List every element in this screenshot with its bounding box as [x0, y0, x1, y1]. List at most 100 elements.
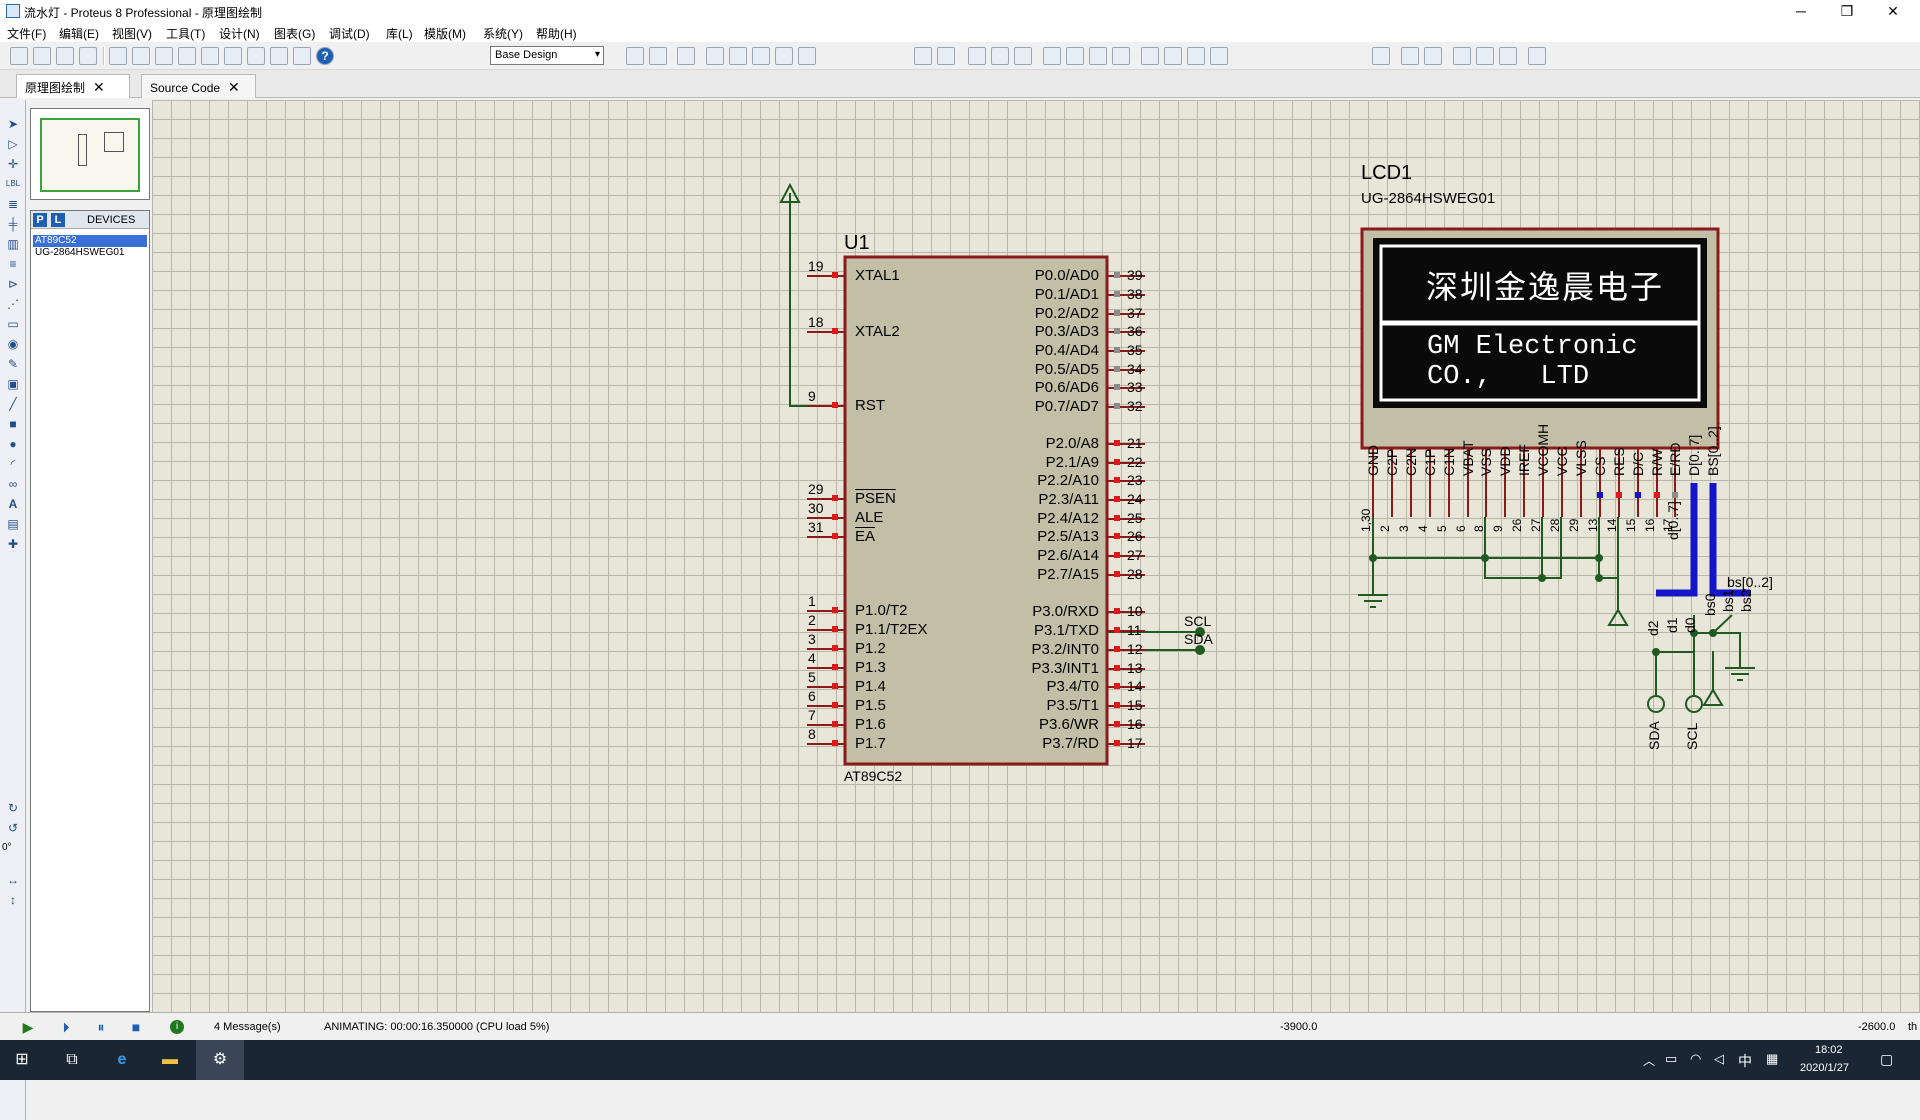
line-tool-icon[interactable]: ╱: [4, 396, 22, 412]
open-file-icon[interactable]: [33, 47, 51, 65]
bus-entry-bs0[interactable]: bs0: [1702, 593, 1718, 616]
pan-icon[interactable]: [706, 47, 724, 65]
bus-mode-icon[interactable]: ╪: [4, 216, 22, 232]
menu-view[interactable]: 视图(V): [112, 25, 152, 42]
pick-devices-button[interactable]: P: [33, 213, 47, 227]
rotation-angle[interactable]: 0°: [2, 842, 12, 853]
undo-icon[interactable]: [914, 47, 932, 65]
menu-debug[interactable]: 调试(D): [329, 25, 370, 42]
volume-icon[interactable]: ◁: [1714, 1051, 1724, 1067]
symbol-tool-icon[interactable]: ▤: [4, 516, 22, 532]
ime-mode-icon[interactable]: ▦: [1766, 1051, 1778, 1067]
u1-part-name[interactable]: AT89C52: [844, 768, 902, 784]
paste-icon[interactable]: [1014, 47, 1032, 65]
bus-entry-bs2[interactable]: bs2: [1738, 589, 1754, 612]
junction-mode-icon[interactable]: ✛: [4, 156, 22, 172]
selection-mode-icon[interactable]: ➤: [4, 116, 22, 132]
packaging-icon[interactable]: [1187, 47, 1205, 65]
menu-graph[interactable]: 图表(G): [274, 25, 315, 42]
u1-reference[interactable]: U1: [844, 232, 870, 255]
bom-icon[interactable]: [224, 47, 242, 65]
overview-window[interactable]: [30, 108, 150, 200]
block-delete-icon[interactable]: [1112, 47, 1130, 65]
tray-chevron-icon[interactable]: ︿: [1643, 1052, 1655, 1069]
close-tab-icon[interactable]: ✕: [228, 79, 240, 95]
grid-icon[interactable]: [649, 47, 667, 65]
arc-tool-icon[interactable]: ◜: [4, 456, 22, 472]
import-icon[interactable]: [79, 47, 97, 65]
menu-library[interactable]: 库(L): [386, 25, 413, 42]
rotate-cw-icon[interactable]: ↻: [4, 800, 22, 816]
terminal-sda-label[interactable]: SDA: [1646, 721, 1662, 750]
zoom-area-icon[interactable]: [798, 47, 816, 65]
close-window-button[interactable]: ✕: [1870, 0, 1916, 22]
help-icon[interactable]: ?: [316, 47, 334, 65]
menu-system[interactable]: 系统(Y): [483, 25, 523, 42]
probe-mode-icon[interactable]: ✎: [4, 356, 22, 372]
menu-design[interactable]: 设计(N): [219, 25, 260, 42]
block-copy-icon[interactable]: [1043, 47, 1061, 65]
restore-button[interactable]: ❐: [1824, 0, 1870, 22]
clock-date[interactable]: 2020/1/27: [1800, 1062, 1849, 1074]
task-view-icon[interactable]: ⧉: [60, 1048, 84, 1072]
notification-icon[interactable]: ▢: [1880, 1051, 1893, 1068]
property-assign-icon[interactable]: [1424, 47, 1442, 65]
clock-time[interactable]: 18:02: [1815, 1044, 1843, 1056]
new-file-icon[interactable]: [10, 47, 28, 65]
search-icon[interactable]: [1401, 47, 1419, 65]
pause-icon[interactable]: ⏸: [93, 1019, 109, 1035]
net-label-scl[interactable]: SCL: [1184, 613, 1211, 629]
tape-recorder-icon[interactable]: ▭: [4, 316, 22, 332]
terminals-mode-icon[interactable]: ≡: [4, 256, 22, 272]
report-icon[interactable]: [293, 47, 311, 65]
redo-icon[interactable]: [937, 47, 955, 65]
zoom-out-icon[interactable]: [752, 47, 770, 65]
zoom-in-icon[interactable]: [729, 47, 747, 65]
menu-help[interactable]: 帮助(H): [536, 25, 577, 42]
menu-edit[interactable]: 编辑(E): [59, 25, 99, 42]
mirror-vertical-icon[interactable]: ↕: [4, 892, 22, 908]
origin-icon[interactable]: [677, 47, 695, 65]
stop-icon[interactable]: ■: [128, 1019, 144, 1035]
box-tool-icon[interactable]: ■: [4, 416, 22, 432]
messages-count[interactable]: 4 Message(s): [214, 1021, 281, 1033]
ime-indicator[interactable]: 中: [1738, 1051, 1752, 1071]
component-mode-icon[interactable]: ▷: [4, 136, 22, 152]
subcircuit-mode-icon[interactable]: ▥: [4, 236, 22, 252]
bus-label-bs[interactable]: bs[0..2]: [1727, 574, 1773, 590]
marker-tool-icon[interactable]: ✚: [4, 536, 22, 552]
info-icon[interactable]: i: [170, 1020, 184, 1034]
remove-sheet-icon[interactable]: [1476, 47, 1494, 65]
tab-schematic[interactable]: 原理图绘制 ✕: [16, 74, 130, 98]
source-code-icon[interactable]: [247, 47, 265, 65]
proteus-taskbar-button[interactable]: ⚙: [196, 1040, 244, 1080]
text-script-mode-icon[interactable]: ≣: [4, 196, 22, 212]
instruments-mode-icon[interactable]: ▣: [4, 376, 22, 392]
gerber-icon[interactable]: [178, 47, 196, 65]
make-device-icon[interactable]: [1164, 47, 1182, 65]
menu-tools[interactable]: 工具(T): [166, 25, 205, 42]
block-move-icon[interactable]: [1066, 47, 1084, 65]
generator-mode-icon[interactable]: ◉: [4, 336, 22, 352]
zoom-all-icon[interactable]: [775, 47, 793, 65]
close-tab-icon[interactable]: ✕: [93, 79, 105, 95]
block-rotate-icon[interactable]: [1089, 47, 1107, 65]
device-list-item[interactable]: UG-2864HSWEG01: [33, 247, 147, 259]
pin-mode-icon[interactable]: ⊳: [4, 276, 22, 292]
bus-entry-d2[interactable]: d2: [1645, 620, 1661, 636]
refresh-icon[interactable]: [626, 47, 644, 65]
bus-label-d[interactable]: d[0..7]: [1665, 501, 1681, 540]
home-icon[interactable]: [109, 47, 127, 65]
cut-icon[interactable]: [968, 47, 986, 65]
circle-tool-icon[interactable]: ●: [4, 436, 22, 452]
wire-autorouter-icon[interactable]: [1372, 47, 1390, 65]
library-manager-button[interactable]: L: [51, 213, 65, 227]
net-label-sda[interactable]: SDA: [1184, 631, 1213, 647]
pick-device-icon[interactable]: [1141, 47, 1159, 65]
file-explorer-icon[interactable]: ▬: [158, 1048, 182, 1072]
notes-icon[interactable]: [270, 47, 288, 65]
step-icon[interactable]: ⏵: [58, 1019, 74, 1035]
rotate-ccw-icon[interactable]: ↺: [4, 820, 22, 836]
text-tool-icon[interactable]: A: [4, 496, 22, 512]
play-icon[interactable]: ▶: [20, 1019, 36, 1035]
